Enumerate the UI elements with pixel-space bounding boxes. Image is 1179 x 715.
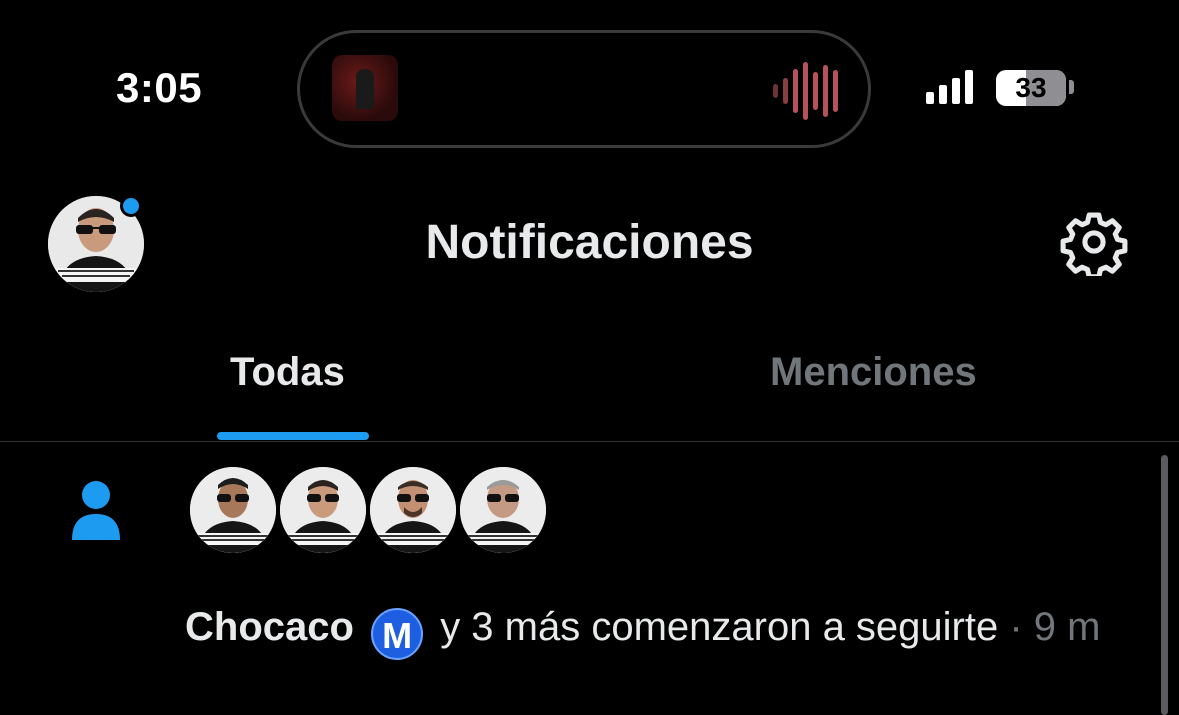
page-title: Notificaciones: [425, 216, 754, 269]
active-tab-indicator: [217, 432, 369, 440]
notification-text[interactable]: Chocaco M y 3 más comenzaron a seguirte …: [185, 600, 1145, 660]
scrollbar[interactable]: [1161, 455, 1168, 715]
person-icon: [68, 478, 124, 542]
battery-tip: [1069, 80, 1074, 94]
battery-icon: 33: [996, 70, 1066, 106]
now-playing-artwork[interactable]: [332, 55, 398, 121]
notification-message: y 3 más comenzaron a seguirte: [440, 605, 999, 649]
tabs-divider: [0, 441, 1179, 442]
status-time: 3:05: [116, 64, 203, 111]
follower-avatar[interactable]: [458, 465, 548, 555]
follower-avatar[interactable]: [278, 465, 368, 555]
tab-menciones[interactable]: Menciones: [770, 350, 977, 395]
follower-name[interactable]: Chocaco: [185, 605, 354, 649]
battery-level: 33: [1015, 72, 1047, 103]
follower-avatar[interactable]: [188, 465, 278, 555]
dynamic-island[interactable]: [297, 30, 871, 148]
gear-icon[interactable]: [1060, 208, 1128, 280]
verified-badge-icon: M: [371, 608, 424, 660]
follower-avatar[interactable]: [368, 465, 458, 555]
tab-todas[interactable]: Todas: [230, 350, 345, 395]
cellular-signal-icon: [926, 70, 973, 104]
audio-waveform-icon: [773, 61, 838, 121]
unread-dot: [120, 195, 142, 217]
notification-time: · 9 m: [1009, 605, 1101, 649]
